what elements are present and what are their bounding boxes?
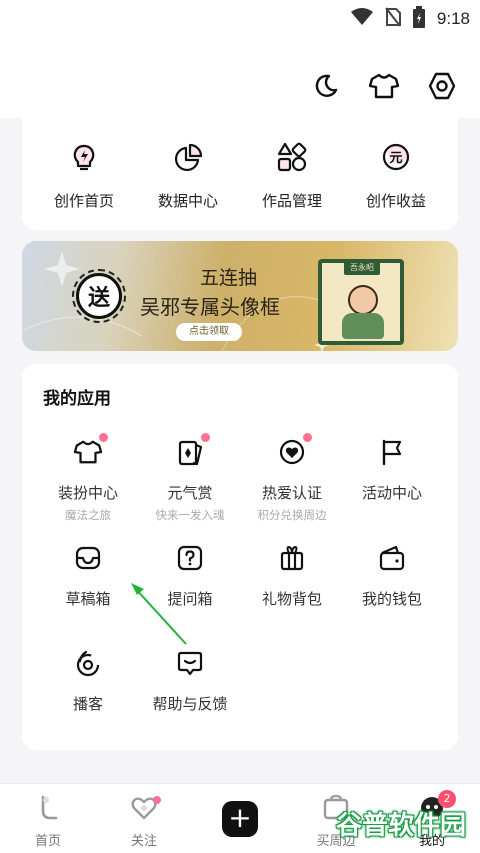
app-label: 播客 xyxy=(72,695,103,713)
app-love-certification[interactable]: 热爱认证 积分兑换周边 xyxy=(237,433,347,523)
notification-dot xyxy=(303,433,312,442)
my-apps-title: 我的应用 xyxy=(43,389,111,409)
pie-chart-icon xyxy=(173,142,203,172)
avatar-frame-tag: 吾永昭 xyxy=(344,261,380,275)
inbox-icon xyxy=(74,544,102,572)
data-center-label: 数据中心 xyxy=(157,192,218,210)
watermark-text: 谷普软件园 xyxy=(335,810,466,841)
app-label: 元气赏 xyxy=(167,484,213,502)
creator-home-button[interactable]: 创作首页 xyxy=(34,142,134,211)
nav-home[interactable]: 首页 xyxy=(8,794,88,849)
app-label: 我的钱包 xyxy=(361,590,422,608)
home-icon xyxy=(34,794,62,822)
creator-income-button[interactable]: 元 创作收益 xyxy=(346,142,446,211)
shapes-icon xyxy=(277,142,307,172)
send-badge: 送 xyxy=(72,269,126,323)
yuan-coin-icon: 元 xyxy=(381,142,411,172)
app-yuanqi-reward[interactable]: 元气赏 快来一发入魂 xyxy=(135,433,245,523)
app-label: 礼物背包 xyxy=(261,590,322,608)
app-sublabel: 魔法之旅 xyxy=(65,508,111,522)
flag-icon xyxy=(378,438,406,466)
nav-label: 首页 xyxy=(34,834,61,849)
watermark-logo: 谷普软件园 xyxy=(330,804,472,842)
app-activity-center[interactable]: 活动中心 xyxy=(337,438,447,503)
battery-icon xyxy=(412,6,425,32)
nav-follow[interactable]: 关注 xyxy=(104,794,184,849)
app-podcast[interactable]: 播客 xyxy=(33,649,143,714)
nav-label: 关注 xyxy=(130,834,157,849)
creator-home-label: 创作首页 xyxy=(53,192,114,210)
creator-tools-card: 创作首页 数据中心 作品管理 元 创作收益 xyxy=(22,112,458,230)
wifi-icon xyxy=(350,8,373,30)
banner-line-2: 吴邪专属头像框 xyxy=(140,295,280,319)
notification-dot xyxy=(99,433,108,442)
banner-line-1: 五连抽 xyxy=(200,267,258,289)
app-sublabel: 快来一发入魂 xyxy=(155,508,225,522)
create-plus-button[interactable]: + xyxy=(222,801,258,837)
feedback-icon xyxy=(176,649,204,677)
clock-time: 9:18 xyxy=(436,9,470,28)
avatar-frame-image: 吾永昭 xyxy=(318,259,404,345)
status-bar: 9:18 xyxy=(0,0,480,34)
character-face xyxy=(348,285,378,315)
app-help-feedback[interactable]: 帮助与反馈 xyxy=(135,649,245,714)
annotation-arrow xyxy=(131,583,187,645)
app-gift-backpack[interactable]: 礼物背包 xyxy=(237,544,347,609)
tshirt-icon[interactable] xyxy=(368,70,400,102)
wallet-icon xyxy=(378,544,406,572)
app-label: 帮助与反馈 xyxy=(152,695,228,713)
character-body xyxy=(342,313,384,339)
question-box-icon xyxy=(176,544,204,572)
no-sim-icon xyxy=(385,7,401,31)
app-label: 活动中心 xyxy=(361,484,422,502)
app-label: 装扮中心 xyxy=(57,484,118,502)
cards-icon xyxy=(176,433,210,466)
svg-text:元: 元 xyxy=(389,151,402,166)
app-dress-up-center[interactable]: 装扮中心 魔法之旅 xyxy=(33,433,143,523)
podcast-icon xyxy=(74,649,102,677)
moon-icon[interactable] xyxy=(310,70,342,102)
follow-heart-icon xyxy=(130,794,161,822)
notification-dot xyxy=(153,796,161,804)
bulb-lightning-icon xyxy=(69,142,99,172)
promo-banner[interactable]: 送 五连抽 吴邪专属头像框 点击领取 吾永昭 xyxy=(22,241,458,351)
tshirt-icon xyxy=(73,433,108,466)
my-apps-card: 我的应用 装扮中心 魔法之旅 元气赏 快来一发入魂 热爱认证 积分兑换周边 活动… xyxy=(22,364,458,750)
banner-claim-button[interactable]: 点击领取 xyxy=(176,323,242,341)
app-label: 热爱认证 xyxy=(261,484,322,502)
data-center-button[interactable]: 数据中心 xyxy=(138,142,238,211)
app-my-wallet[interactable]: 我的钱包 xyxy=(337,544,447,609)
top-toolbar xyxy=(0,34,480,118)
notification-dot xyxy=(201,433,210,442)
works-manage-button[interactable]: 作品管理 xyxy=(242,142,342,211)
creator-income-label: 创作收益 xyxy=(365,192,426,210)
gift-icon xyxy=(278,544,306,572)
works-manage-label: 作品管理 xyxy=(261,192,322,210)
heart-badge-icon xyxy=(278,433,312,466)
app-sublabel: 积分兑换周边 xyxy=(257,508,327,522)
settings-hex-icon[interactable] xyxy=(426,70,458,102)
